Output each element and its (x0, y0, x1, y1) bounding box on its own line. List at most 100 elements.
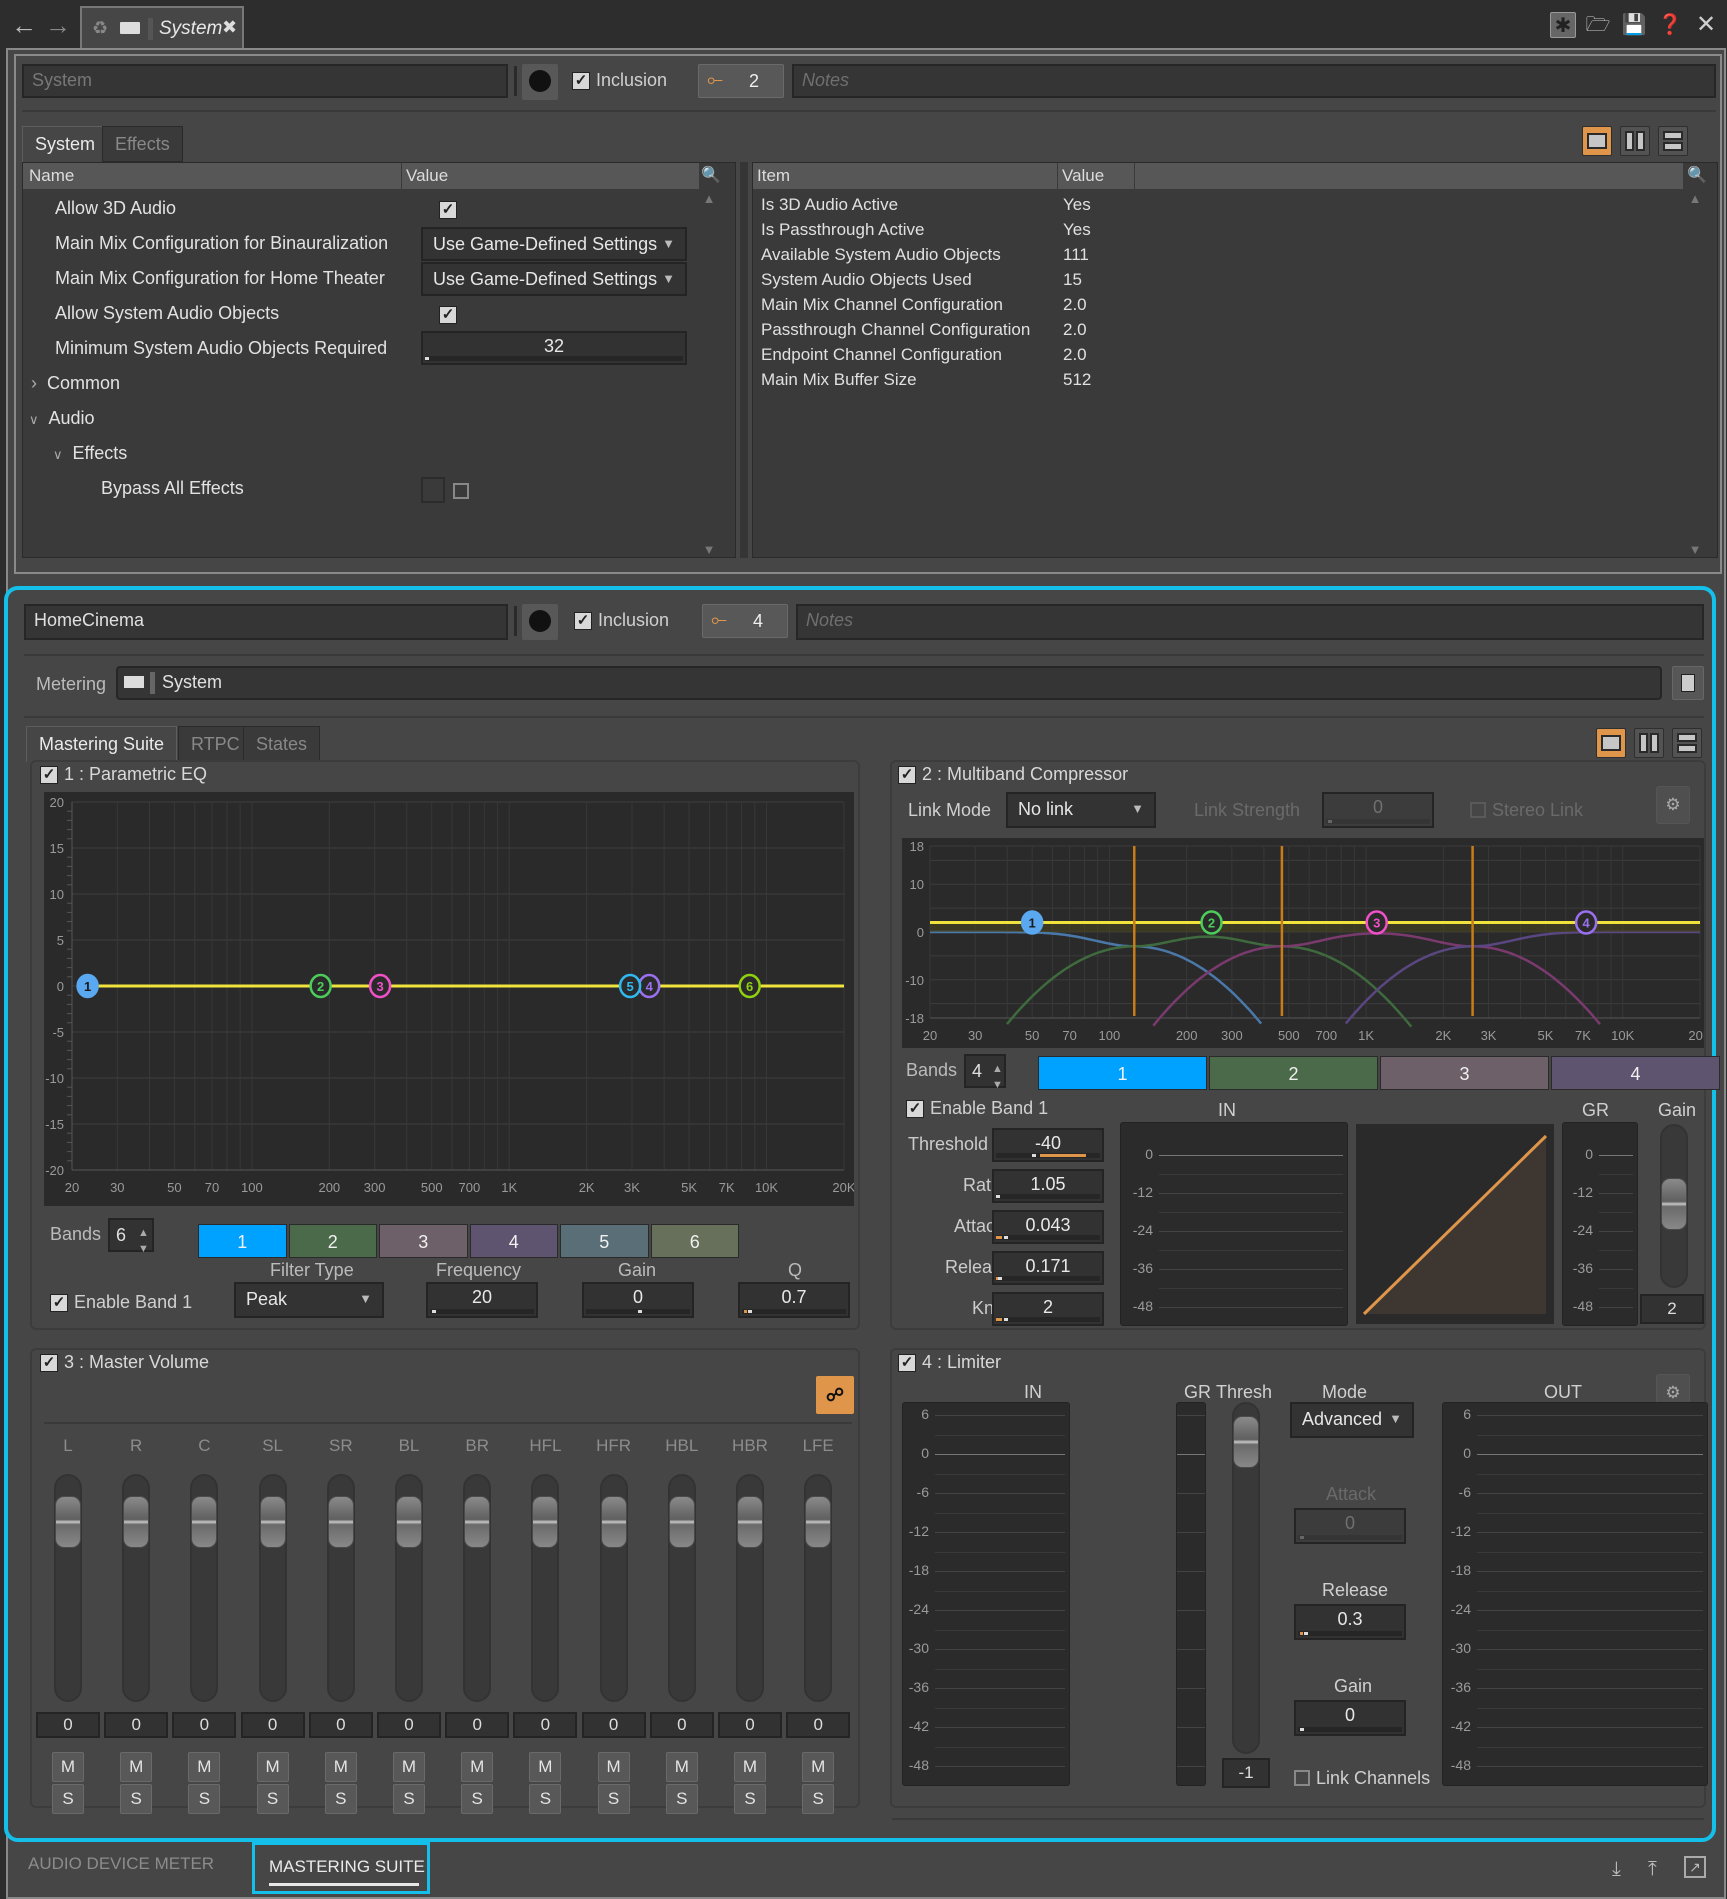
layout-single-button[interactable] (1596, 728, 1626, 758)
solo-button[interactable]: S (52, 1784, 84, 1814)
compressor-band-node[interactable]: 4 (1574, 910, 1598, 935)
layout-single-button[interactable] (1582, 126, 1612, 156)
channel-volume-value[interactable]: 0 (104, 1712, 169, 1738)
limiter-threshold-value[interactable]: -1 (1222, 1758, 1270, 1788)
allow-system-audio-objects-checkbox[interactable]: ✓ (439, 306, 457, 324)
help-icon[interactable]: ❓ (1657, 12, 1683, 38)
limiter-attack-input[interactable]: 0 (1294, 1508, 1406, 1544)
eq-bands-spinner[interactable]: 6 ▲ ▼ (108, 1218, 154, 1255)
channel-volume-slider[interactable] (326, 1474, 355, 1702)
q-input[interactable]: 0.7 (738, 1282, 850, 1318)
slider-handle[interactable] (668, 1496, 695, 1548)
channel-volume-value[interactable]: 0 (718, 1712, 782, 1738)
mute-button[interactable]: M (256, 1752, 289, 1782)
mute-button[interactable]: M (324, 1752, 357, 1782)
master-volume-enable-checkbox[interactable]: ✓ (40, 1353, 58, 1372)
column-header-name[interactable]: Name (29, 163, 74, 189)
vertical-scrollbar[interactable]: ▲ ▼ (701, 191, 717, 557)
solo-button[interactable]: S (393, 1784, 425, 1814)
param-input[interactable]: 1.05 (992, 1169, 1104, 1203)
notes-field[interactable]: Notes (792, 64, 1716, 98)
solo-button[interactable]: S (188, 1784, 221, 1814)
compressor-bands-spinner[interactable]: 4 ▲ ▼ (964, 1054, 1006, 1091)
link-unlink-icon[interactable] (421, 477, 445, 503)
scroll-up-icon[interactable]: ▲ (1687, 191, 1703, 206)
color-palette-button[interactable] (522, 604, 558, 640)
spin-down-icon[interactable]: ▼ (992, 1070, 1003, 1100)
solo-button[interactable]: S (734, 1784, 766, 1814)
compressor-crossover-chart[interactable]: 18100-10-1820 30 50 70 100 200 300 500 700 1K 2K 3K… (902, 838, 1712, 1048)
gain-input[interactable]: 0 (582, 1282, 694, 1318)
channel-volume-slider[interactable] (736, 1474, 764, 1702)
limiter-gain-input[interactable]: 0 (1294, 1700, 1406, 1736)
options-gear-icon[interactable]: ⚙ (1656, 786, 1690, 824)
group-audio[interactable]: ∨ Audio (29, 403, 95, 433)
scroll-up-icon[interactable]: ▲ (701, 191, 717, 206)
pin-icon[interactable]: ✱ (1550, 12, 1576, 38)
eq-curve-chart[interactable]: 20151050-5-10-15-2020 30 50 70 100 200 300 500 7… (44, 792, 856, 1206)
solo-button[interactable]: S (802, 1784, 835, 1814)
slider-handle[interactable] (191, 1496, 218, 1548)
channel-volume-slider[interactable] (804, 1474, 833, 1702)
splitter[interactable] (740, 162, 748, 558)
home-theater-config-dropdown[interactable]: Use Game-Defined Settings ▼ (421, 262, 687, 296)
param-input[interactable]: 0.043 (992, 1210, 1104, 1244)
channel-volume-slider[interactable] (667, 1474, 696, 1702)
layout-columns-button[interactable] (1620, 126, 1650, 156)
channel-volume-slider[interactable] (258, 1474, 287, 1702)
mute-button[interactable]: M (120, 1752, 153, 1782)
eq-band-button[interactable]: 6 (650, 1224, 739, 1258)
channel-volume-value[interactable]: 0 (36, 1712, 100, 1738)
column-header-value[interactable]: Value (401, 163, 448, 189)
eq-band-node[interactable]: 2 (309, 973, 332, 999)
eq-band-node[interactable]: 3 (368, 973, 392, 999)
eq-band-button[interactable]: 4 (469, 1224, 558, 1258)
tab-states[interactable]: States (243, 726, 321, 762)
channel-volume-value[interactable]: 0 (513, 1712, 578, 1738)
compressor-gain-slider[interactable] (1660, 1124, 1688, 1288)
browse-button[interactable] (1672, 666, 1704, 700)
channel-volume-slider[interactable] (531, 1474, 560, 1702)
tab-mastering-suite-bottom[interactable]: MASTERING SUITE (252, 1842, 430, 1894)
mute-button[interactable]: M (802, 1752, 835, 1782)
limiter-mode-dropdown[interactable]: Advanced ▼ (1290, 1402, 1414, 1438)
eq-band-button[interactable]: 5 (560, 1224, 649, 1258)
channel-volume-value[interactable]: 0 (377, 1712, 441, 1738)
scroll-down-icon[interactable]: ▼ (1687, 542, 1703, 557)
mute-button[interactable]: M (52, 1752, 84, 1782)
eq-graph[interactable]: 20 15 10 5 0 -5 -10 -15 -20 20 30 50 70 100 200 300 500 7… (44, 792, 856, 1206)
compressor-band-node[interactable]: 2 (1200, 910, 1223, 935)
slider-handle[interactable] (123, 1496, 150, 1548)
eq-band-button[interactable]: 1 (198, 1224, 287, 1258)
column-header-item[interactable]: Item (757, 163, 790, 189)
bypass-all-effects-checkbox[interactable] (453, 483, 469, 499)
save-icon[interactable]: 💾 (1621, 12, 1647, 38)
compressor-band-node[interactable]: 1 (1020, 910, 1044, 935)
channel-volume-value[interactable]: 0 (649, 1712, 714, 1738)
param-input[interactable]: -40 (992, 1128, 1104, 1162)
channel-volume-slider[interactable] (395, 1474, 423, 1702)
channel-volume-value[interactable]: 0 (308, 1712, 373, 1738)
compressor-band-button[interactable]: 1 (1038, 1056, 1207, 1090)
solo-button[interactable]: S (461, 1784, 494, 1814)
group-common[interactable]: › Common (31, 368, 120, 398)
param-input[interactable]: 2 (992, 1292, 1104, 1326)
inclusion-checkbox[interactable]: ✓ (572, 72, 590, 90)
notes-field[interactable]: Notes (796, 604, 1704, 640)
limiter-threshold-slider[interactable] (1232, 1402, 1260, 1754)
stereo-link-checkbox[interactable] (1470, 802, 1486, 818)
compressor-band-button[interactable]: 2 (1209, 1056, 1378, 1090)
channel-volume-slider[interactable] (190, 1474, 219, 1702)
color-palette-button[interactable] (522, 64, 558, 100)
slider-handle[interactable] (327, 1496, 354, 1548)
tab-rtpc[interactable]: RTPC (178, 726, 253, 762)
link-strength-input[interactable]: 0 (1322, 792, 1434, 828)
slider-handle[interactable] (55, 1496, 81, 1548)
slider-handle[interactable] (259, 1496, 286, 1548)
compressor-graph[interactable]: 18 10 0 -10 -18 20 30 50 70 100 200 300 500 700 1K 2K 3K… (902, 838, 1712, 1048)
tab-system[interactable]: System (22, 126, 109, 162)
min-system-audio-objects-input[interactable]: 32 (421, 331, 687, 365)
slider-handle[interactable] (396, 1496, 422, 1548)
limiter-release-input[interactable]: 0.3 (1294, 1604, 1406, 1640)
layout-columns-button[interactable] (1634, 728, 1664, 758)
